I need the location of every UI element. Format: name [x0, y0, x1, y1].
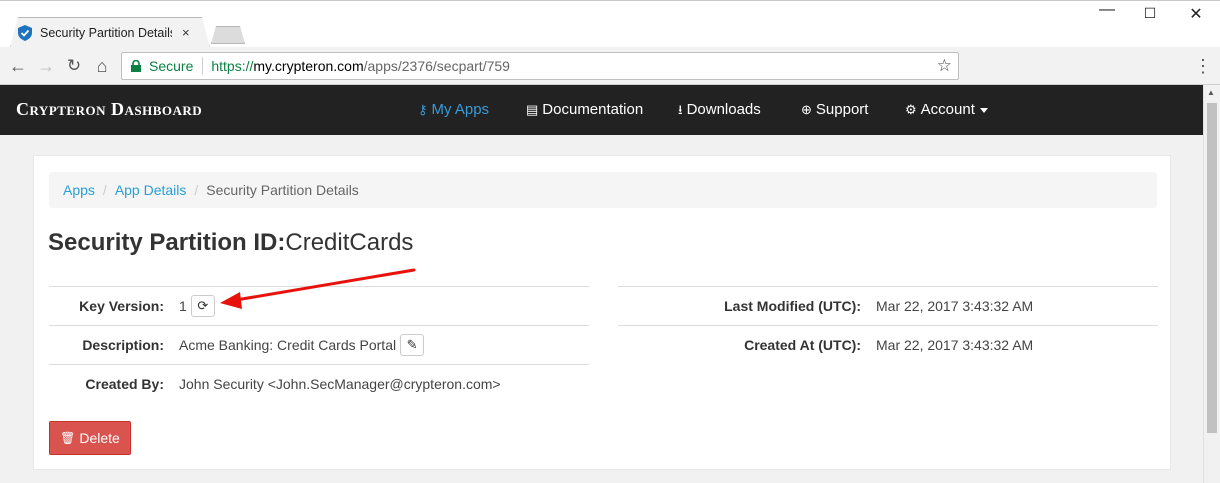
description-value: Acme Banking: Credit Cards Portal: [179, 337, 397, 353]
reload-icon[interactable]: ↻: [64, 56, 84, 76]
shield-icon: [18, 24, 32, 41]
detail-row-key-version: Key Version: 1 ⟳: [49, 286, 589, 325]
detail-label: Description:: [82, 337, 164, 353]
omnibox-divider: [202, 57, 204, 75]
breadcrumb-current: Security Partition Details: [206, 182, 359, 198]
nav-account-dropdown[interactable]: ⚙ Account: [905, 101, 988, 118]
lifebuoy-icon: ⊕: [801, 102, 812, 117]
breadcrumb-separator: /: [194, 182, 199, 198]
last-modified-value: Mar 22, 2017 3:43:32 AM: [876, 298, 1034, 314]
detail-row-created-at: Created At (UTC): Mar 22, 2017 3:43:32 A…: [618, 325, 1158, 364]
book-icon: ▤: [526, 102, 539, 117]
browser-menu-icon[interactable]: ⋮: [1194, 56, 1212, 76]
home-icon[interactable]: ⌂: [92, 56, 112, 76]
maximize-window-icon[interactable]: ☐: [1140, 5, 1160, 22]
detail-row-last-modified: Last Modified (UTC): Mar 22, 2017 3:43:3…: [618, 286, 1158, 325]
caret-down-icon: [979, 107, 988, 113]
breadcrumb-app-details-link[interactable]: App Details: [115, 182, 187, 198]
scrollbar-thumb[interactable]: [1207, 103, 1217, 433]
back-arrow-icon[interactable]: ←: [8, 56, 28, 76]
page-title-value: CreditCards: [285, 229, 414, 256]
delete-button[interactable]: 🗑 Delete: [49, 421, 131, 455]
detail-label: Created At (UTC):: [744, 337, 861, 353]
page-scrollbar[interactable]: ▲: [1203, 85, 1220, 483]
nav-documentation[interactable]: ▤ Documentation: [526, 101, 643, 118]
app-navbar: Crypteron Dashboard ⚷ My Apps ▤ Documentat…: [0, 85, 1203, 135]
nav-downloads-label: Downloads: [686, 101, 761, 118]
nav-my-apps[interactable]: ⚷ My Apps: [418, 101, 489, 118]
detail-label: Last Modified (UTC):: [724, 298, 861, 314]
nav-downloads[interactable]: ⭳ Downloads: [678, 101, 761, 123]
new-tab-button[interactable]: [211, 26, 245, 44]
nav-my-apps-label: My Apps: [431, 101, 490, 118]
details-left-column: Key Version: 1 ⟳ Description: Acme Banki…: [49, 286, 589, 403]
nav-documentation-label: Documentation: [542, 101, 644, 118]
address-bar[interactable]: Secure https://my.crypteron.com/apps/237…: [121, 52, 959, 80]
scroll-up-arrow-icon[interactable]: ▲: [1207, 88, 1215, 97]
key-version-value: 1: [179, 298, 187, 314]
browser-titlebar: Security Partition Details × — ☐ ✕: [0, 0, 1220, 47]
download-icon: ⭳: [678, 102, 683, 117]
details-panel: Apps / App Details / Security Partition Deta…: [33, 155, 1171, 470]
trash-icon: 🗑: [60, 431, 76, 445]
pencil-icon: ✎: [406, 337, 418, 352]
nav-support-label: Support: [815, 101, 869, 118]
url-host: my.crypteron.com: [253, 58, 364, 74]
breadcrumb: Apps / App Details / Security Partition Deta…: [49, 172, 1157, 208]
close-window-icon[interactable]: ✕: [1186, 4, 1206, 24]
page-title-label: Security Partition ID:: [48, 229, 286, 256]
nav-support[interactable]: ⊕ Support: [801, 101, 868, 118]
forward-arrow-icon[interactable]: →: [36, 56, 56, 76]
refresh-icon: ⟳: [197, 298, 209, 313]
nav-account-label: Account: [920, 101, 975, 118]
detail-row-description: Description: Acme Banking: Credit Cards …: [49, 325, 589, 364]
tab-close-icon[interactable]: ×: [182, 26, 190, 39]
breadcrumb-apps-link[interactable]: Apps: [63, 182, 95, 198]
browser-toolbar: ← → ↻ ⌂ Secure https://my.crypteron.com /…: [0, 47, 1220, 85]
tab-title: Security Partition Details: [40, 25, 172, 40]
rotate-key-button[interactable]: ⟳: [190, 295, 215, 317]
created-at-value: Mar 22, 2017 3:43:32 AM: [876, 337, 1034, 353]
url-scheme: https://: [211, 58, 254, 74]
details-right-column: Last Modified (UTC): Mar 22, 2017 3:43:3…: [618, 286, 1158, 364]
breadcrumb-separator: /: [102, 182, 107, 198]
detail-row-created-by: Created By: John Security <John.SecManag…: [49, 364, 589, 403]
secure-label: Secure: [149, 58, 194, 74]
delete-button-label: Delete: [79, 430, 120, 446]
created-by-value: John Security <John.SecManager@crypteron…: [179, 376, 501, 392]
url-path: /apps/2376/secpart/759: [363, 58, 510, 74]
brand-logo[interactable]: Crypteron Dashboard: [16, 99, 202, 120]
page-title: Security Partition ID:CreditCards: [48, 229, 413, 257]
browser-tab-content[interactable]: Security Partition Details ×: [18, 17, 208, 48]
lock-icon: [131, 60, 141, 72]
bookmark-star-icon[interactable]: ☆: [937, 56, 952, 76]
gear-icon: ⚙: [905, 102, 917, 117]
minimize-window-icon[interactable]: —: [1097, 1, 1117, 19]
key-icon: ⚷: [418, 102, 428, 117]
detail-label: Key Version:: [79, 298, 164, 314]
edit-description-button[interactable]: ✎: [400, 334, 425, 356]
detail-label: Created By:: [85, 376, 164, 392]
